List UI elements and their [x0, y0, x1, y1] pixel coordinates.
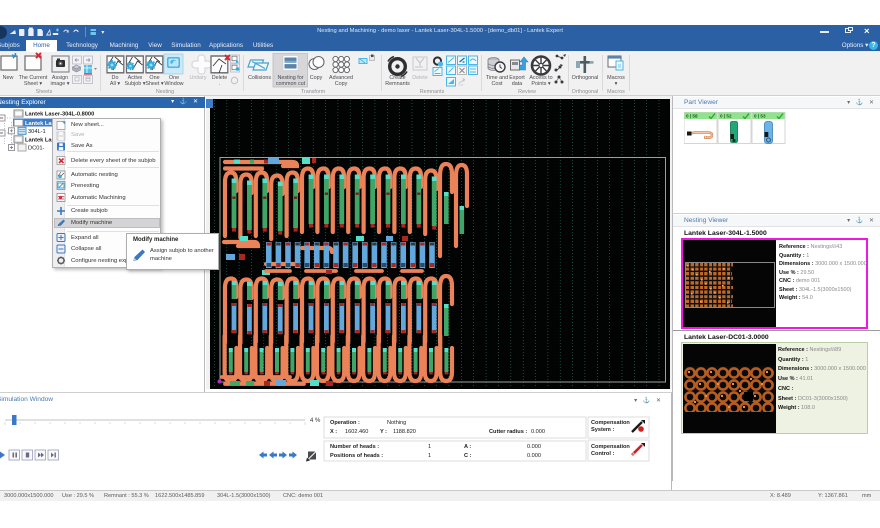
svg-text:Positions of heads :: Positions of heads : — [330, 453, 383, 459]
svg-text:Compensation: Compensation — [591, 444, 630, 450]
svg-text:X :: X : — [330, 429, 337, 435]
svg-text:1: 1 — [428, 453, 431, 459]
svg-text:Operation :: Operation : — [330, 420, 360, 426]
svg-text:A :: A : — [464, 444, 471, 450]
svg-text:1602.460: 1602.460 — [345, 429, 368, 435]
svg-text:Nothing: Nothing — [387, 420, 406, 426]
svg-text:Cutter radius :: Cutter radius : — [489, 429, 527, 435]
svg-text:304L-1: 304L-1 — [28, 129, 46, 135]
svg-text:1188.820: 1188.820 — [393, 429, 416, 435]
svg-text:Lantek Laser-304L-0.8000: Lantek Laser-304L-0.8000 — [25, 112, 94, 118]
svg-text:DC01-: DC01- — [28, 146, 45, 152]
svg-text:Lst: Lst — [459, 83, 464, 87]
svg-text:Control :: Control : — [591, 451, 614, 457]
svg-text:0 | 53: 0 | 53 — [754, 113, 766, 118]
svg-text:Compensation: Compensation — [591, 420, 630, 426]
svg-text:0 | 52: 0 | 52 — [720, 113, 732, 118]
svg-text:1: 1 — [428, 444, 431, 450]
svg-text:0.000: 0.000 — [527, 444, 541, 450]
svg-text:0 | 58: 0 | 58 — [686, 113, 698, 118]
svg-text:0.000: 0.000 — [527, 453, 541, 459]
svg-text:Number of heads :: Number of heads : — [330, 444, 379, 450]
svg-text:0.000: 0.000 — [531, 429, 545, 435]
svg-text:C :: C : — [464, 453, 472, 459]
svg-text:4 %: 4 % — [310, 418, 321, 424]
svg-text:Y :: Y : — [380, 429, 387, 435]
svg-text:Lantek Las: Lantek Las — [25, 121, 55, 127]
svg-text:System :: System : — [591, 427, 614, 433]
